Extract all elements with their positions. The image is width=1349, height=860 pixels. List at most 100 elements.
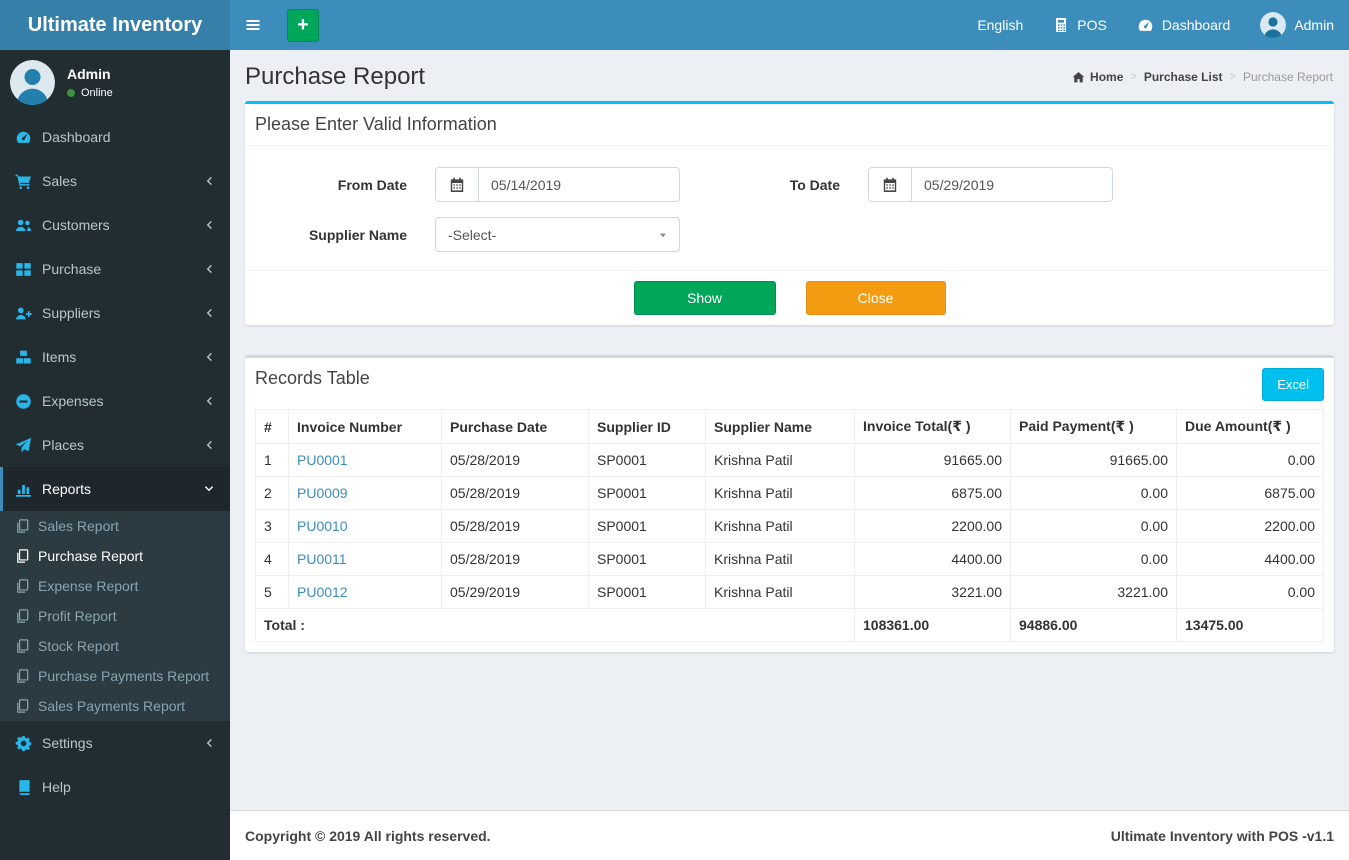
menu-label: Help [42, 779, 71, 795]
table-row: 4 PU0011 05/28/2019 SP0001 Krishna Patil… [255, 542, 1324, 576]
table-row: 2 PU0009 05/28/2019 SP0001 Krishna Patil… [255, 476, 1324, 510]
breadcrumb-home[interactable]: Home [1072, 70, 1123, 84]
records-box: Records Table Excel # Invoice Number Pur… [245, 355, 1334, 652]
row-index: 3 [255, 509, 289, 543]
language-menu[interactable]: English [962, 0, 1038, 50]
chevron-left-icon [206, 440, 212, 450]
filter-box: Please Enter Valid Information From Date… [245, 101, 1334, 325]
sidebar-item-expenses[interactable]: Expenses [0, 379, 230, 423]
menu-label: Expenses [42, 393, 104, 409]
online-label: Online [81, 87, 113, 99]
sidebar-item-help[interactable]: Help [0, 765, 230, 809]
copy-icon [17, 669, 29, 683]
paid-payment-cell: 3221.00 [1010, 575, 1177, 609]
chevron-down-icon [204, 486, 214, 492]
sidebar-item-dashboard[interactable]: Dashboard [0, 115, 230, 159]
sidebar: Admin Online Dashboard Sales Customers P… [0, 50, 230, 860]
supplier-name-cell: Krishna Patil [705, 443, 855, 477]
paid-payment-cell: 0.00 [1010, 476, 1177, 510]
invoice-total-cell: 6875.00 [854, 476, 1011, 510]
menu-label: Dashboard [42, 129, 111, 145]
dashboard-icon [16, 131, 31, 143]
invoice-link[interactable]: PU0001 [297, 452, 348, 468]
brand-title: Ultimate Inventory [27, 13, 203, 36]
menu-label: Places [42, 437, 85, 453]
menu-label: Suppliers [42, 305, 101, 321]
submenu-item-profit-report[interactable]: Profit Report [0, 601, 230, 631]
hamburger-icon [246, 20, 260, 30]
bar-chart-icon [16, 484, 31, 497]
invoice-link[interactable]: PU0011 [297, 551, 347, 567]
sidebar-item-settings[interactable]: Settings [0, 721, 230, 765]
sidebar-item-reports[interactable]: Reports [0, 467, 230, 511]
close-button[interactable]: Close [805, 281, 946, 315]
menu-label: Customers [42, 217, 110, 233]
gears-icon [15, 735, 32, 751]
quick-add-button[interactable]: + [287, 8, 319, 42]
online-dot-icon [67, 89, 75, 97]
breadcrumb-purchase-list[interactable]: Purchase List [1144, 70, 1223, 84]
invoice-link[interactable]: PU0010 [297, 518, 348, 534]
grid-icon [16, 262, 31, 276]
cubes-icon [16, 350, 31, 364]
main-area: Purchase Report Home > Purchase List > P… [230, 50, 1349, 860]
invoice-link[interactable]: PU0009 [297, 485, 348, 501]
dashboard-label: Dashboard [1161, 17, 1231, 33]
user-menu[interactable]: Admin [1245, 0, 1349, 50]
sidebar-menu: Dashboard Sales Customers Purchase Suppl… [0, 115, 230, 809]
submenu-item-purchase-payments-report[interactable]: Purchase Payments Report [0, 661, 230, 691]
purchase-date-cell: 05/28/2019 [441, 542, 589, 576]
col-paid-payment: Paid Payment(₹ ) [1010, 409, 1177, 444]
submenu-item-sales-report[interactable]: Sales Report [0, 511, 230, 541]
show-button[interactable]: Show [633, 281, 776, 315]
due-amount-cell: 6875.00 [1176, 476, 1324, 510]
dashboard-icon [1138, 19, 1153, 31]
excel-export-button[interactable]: Excel [1262, 368, 1324, 401]
pos-menu[interactable]: POS [1038, 0, 1122, 50]
row-index: 2 [255, 476, 289, 510]
total-label: Total : [255, 608, 855, 642]
user-plus-icon [15, 307, 32, 319]
cart-icon [15, 174, 31, 189]
submenu-item-stock-report[interactable]: Stock Report [0, 631, 230, 661]
from-date-calendar-addon[interactable] [436, 168, 479, 201]
supplier-select[interactable]: -Select- [435, 217, 680, 252]
row-index: 4 [255, 542, 289, 576]
chevron-left-icon [206, 738, 212, 748]
submenu-item-expense-report[interactable]: Expense Report [0, 571, 230, 601]
supplier-row: Supplier Name -Select- [255, 217, 1324, 252]
chevron-left-icon [206, 176, 212, 186]
sidebar-item-suppliers[interactable]: Suppliers [0, 291, 230, 335]
from-date-input[interactable] [479, 168, 679, 201]
invoice-total-cell: 2200.00 [854, 509, 1011, 543]
chevron-left-icon [206, 396, 212, 406]
invoice-link[interactable]: PU0012 [297, 584, 348, 600]
table-row: 1 PU0001 05/28/2019 SP0001 Krishna Patil… [255, 443, 1324, 477]
sidebar-user-name: Admin [67, 66, 111, 82]
dashboard-menu[interactable]: Dashboard [1122, 0, 1246, 50]
breadcrumb-separator: > [1229, 71, 1236, 83]
invoice-total-cell: 3221.00 [854, 575, 1011, 609]
brand-logo[interactable]: Ultimate Inventory [0, 0, 230, 50]
sidebar-item-purchase[interactable]: Purchase [0, 247, 230, 291]
copy-icon [17, 519, 29, 533]
submenu-item-sales-payments-report[interactable]: Sales Payments Report [0, 691, 230, 721]
language-label: English [977, 17, 1024, 33]
header-row: # Invoice Number Purchase Date Supplier … [255, 409, 1324, 444]
records-table-head: # Invoice Number Purchase Date Supplier … [255, 409, 1324, 444]
chevron-left-icon [206, 352, 212, 362]
submenu-item-purchase-report[interactable]: Purchase Report [0, 541, 230, 571]
to-date-calendar-addon[interactable] [869, 168, 912, 201]
to-date-input[interactable] [912, 168, 1112, 201]
sidebar-toggle-button[interactable] [230, 0, 276, 50]
supplier-id-cell: SP0001 [588, 476, 706, 510]
sidebar-user-status[interactable]: Online [67, 87, 113, 99]
sidebar-item-items[interactable]: Items [0, 335, 230, 379]
sidebar-item-sales[interactable]: Sales [0, 159, 230, 203]
table-row: 3 PU0010 05/28/2019 SP0001 Krishna Patil… [255, 509, 1324, 543]
sidebar-item-customers[interactable]: Customers [0, 203, 230, 247]
sidebar-item-places[interactable]: Places [0, 423, 230, 467]
minus-circle-icon [16, 393, 31, 409]
copy-icon [17, 579, 29, 593]
calendar-icon [883, 177, 897, 192]
